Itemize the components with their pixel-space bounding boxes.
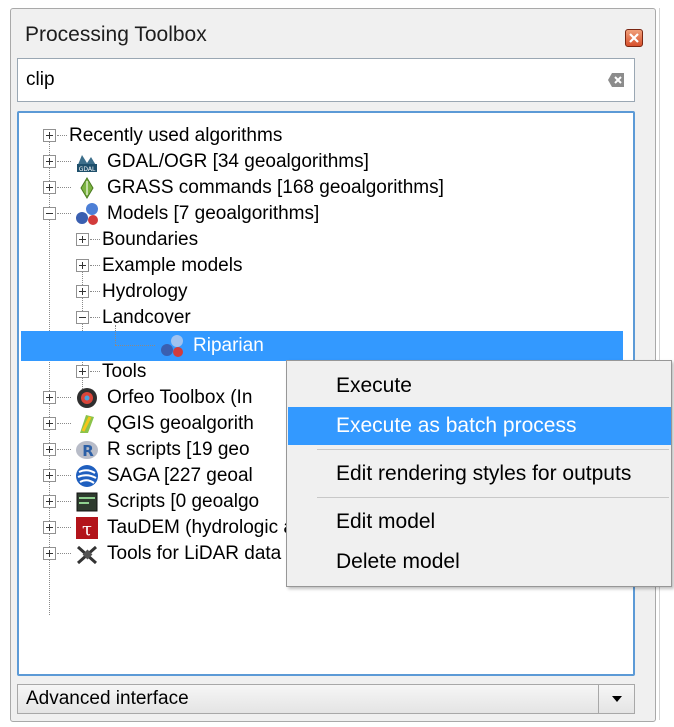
menu-separator: [317, 449, 669, 450]
tree-connector: [57, 527, 71, 529]
tree-connector: [57, 187, 71, 189]
expand-icon[interactable]: [76, 365, 89, 378]
menu-item-edit-model[interactable]: Edit model: [288, 503, 671, 541]
svg-text:GDAL: GDAL: [79, 166, 96, 173]
tree-connector: [57, 475, 71, 477]
gdal-icon: GDAL: [77, 155, 97, 173]
tree-item-label: Hydrology: [102, 281, 188, 302]
menu-item-label: Edit rendering styles for outputs: [336, 462, 632, 485]
menu-item-label: Execute as batch process: [336, 414, 577, 437]
qgis-icon: [80, 415, 94, 433]
search-field[interactable]: [17, 58, 635, 102]
tree-connector: [90, 291, 100, 293]
tree-item-landcover[interactable]: Landcover: [19, 305, 635, 331]
tree-item-label: Riparian: [193, 335, 264, 356]
tree-item-label: GRASS commands [168 geoalgorithms]: [107, 177, 444, 198]
tree-connector: [115, 325, 116, 345]
expand-icon[interactable]: [43, 417, 56, 430]
expand-icon[interactable]: [43, 155, 56, 168]
tree-item-riparian[interactable]: Riparian: [19, 325, 635, 361]
tree-connector: [57, 135, 67, 137]
orfeo-icon: [77, 388, 97, 408]
tree-item-hydrology[interactable]: Hydrology: [19, 279, 635, 305]
tree-item-gdal[interactable]: GDAL GDAL/OGR [34 geoalgorithms]: [19, 149, 635, 175]
tree-item-example-models[interactable]: Example models: [19, 253, 635, 279]
tree-connector: [57, 449, 71, 451]
clear-search-icon[interactable]: [608, 71, 626, 89]
expand-icon[interactable]: [76, 259, 89, 272]
svg-text:R: R: [82, 442, 94, 460]
grass-icon: [80, 177, 94, 199]
tree-item-label: Orfeo Toolbox (In: [107, 387, 253, 408]
tree-item-label: R scripts [19 geo: [107, 439, 250, 460]
tree-connector: [90, 265, 100, 267]
tree-item-label: Tools: [102, 361, 147, 382]
menu-item-execute[interactable]: Execute: [288, 367, 671, 405]
dropdown-button[interactable]: [598, 685, 635, 713]
model-icon: [161, 335, 183, 357]
tree-connector: [57, 161, 71, 163]
tree-connector: [90, 371, 100, 373]
tree-item-grass[interactable]: GRASS commands [168 geoalgorithms]: [19, 175, 635, 201]
taudem-icon: τ: [76, 517, 98, 540]
expand-icon[interactable]: [43, 521, 56, 534]
tree-connector: [57, 397, 71, 399]
tree-item-boundaries[interactable]: Boundaries: [19, 227, 635, 253]
menu-separator: [317, 497, 669, 498]
tree-connector: [57, 501, 71, 503]
expand-icon[interactable]: [43, 181, 56, 194]
chevron-down-icon: [612, 696, 622, 702]
tree-connector: [90, 317, 100, 319]
panel-title: Processing Toolbox: [25, 23, 207, 46]
tree-connector: [57, 423, 71, 425]
tree-connector: [57, 553, 71, 555]
tree-item-recent[interactable]: Recently used algorithms: [19, 123, 635, 149]
context-menu: Execute Execute as batch process Edit re…: [286, 360, 672, 587]
expand-icon[interactable]: [43, 391, 56, 404]
close-icon: [629, 33, 639, 43]
expand-icon[interactable]: [76, 233, 89, 246]
close-button[interactable]: [625, 29, 643, 47]
expand-icon[interactable]: [43, 495, 56, 508]
selection-highlight: [21, 331, 623, 361]
expand-icon[interactable]: [43, 443, 56, 456]
menu-item-edit-rendering-styles[interactable]: Edit rendering styles for outputs: [288, 455, 671, 493]
expand-icon[interactable]: [43, 469, 56, 482]
tree-item-label: QGIS geoalgorith: [107, 413, 254, 434]
tree-connector: [90, 239, 100, 241]
tree-item-label: GDAL/OGR [34 geoalgorithms]: [107, 151, 369, 172]
panel-titlebar: Processing Toolbox: [11, 9, 655, 57]
tree-connector: [57, 213, 71, 215]
expand-icon[interactable]: [76, 285, 89, 298]
expand-icon[interactable]: [43, 129, 56, 142]
tree-connector: [115, 345, 155, 347]
tree-item-label: Example models: [102, 255, 243, 276]
menu-item-label: Delete model: [336, 550, 460, 573]
expand-icon[interactable]: [43, 547, 56, 560]
collapse-icon[interactable]: [76, 311, 89, 324]
tree-item-label: Recently used algorithms: [69, 125, 283, 146]
models-icon: [76, 203, 98, 225]
scripts-icon: [76, 492, 98, 512]
lidar-icon: [77, 545, 97, 565]
interface-mode-value: Advanced interface: [26, 688, 189, 709]
tree-item-label: Scripts [0 geoalgo: [107, 491, 260, 512]
menu-item-label: Execute: [336, 374, 412, 397]
menu-item-label: Edit model: [336, 510, 436, 533]
tree-item-label: SAGA [227 geoal: [107, 465, 253, 486]
saga-icon: [76, 465, 98, 487]
svg-text:τ: τ: [82, 519, 92, 540]
tree-item-models[interactable]: Models [7 geoalgorithms]: [19, 201, 635, 227]
tree-item-label: Boundaries: [102, 229, 199, 250]
menu-item-delete-model[interactable]: Delete model: [288, 543, 671, 581]
r-icon: R: [76, 441, 98, 460]
collapse-icon[interactable]: [43, 207, 56, 220]
tree-item-label: Models [7 geoalgorithms]: [107, 203, 320, 224]
menu-item-execute-batch[interactable]: Execute as batch process: [288, 407, 671, 445]
interface-mode-select[interactable]: Advanced interface: [17, 684, 635, 714]
search-input[interactable]: [26, 65, 586, 95]
